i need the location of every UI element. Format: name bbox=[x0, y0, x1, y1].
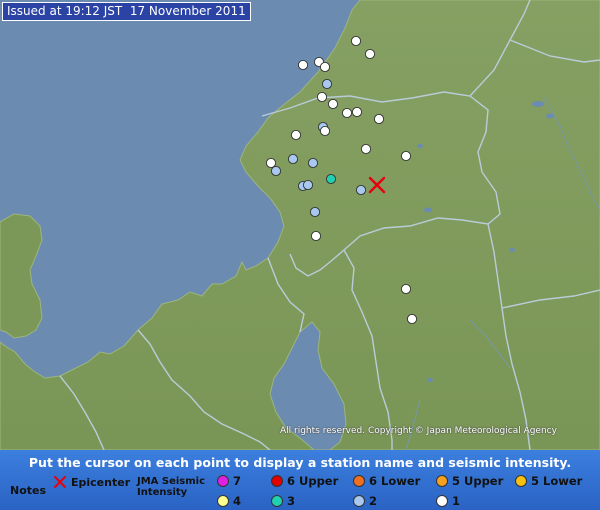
legend-item-4: 4 bbox=[217, 494, 241, 508]
station-marker-intensity-2[interactable] bbox=[302, 179, 314, 191]
copyright-notice: All rights reserved. Copyright © Japan M… bbox=[280, 426, 557, 436]
issued-time-banner: Issued at 19:12 JST 17 November 2011 bbox=[2, 2, 251, 21]
station-marker-intensity-1[interactable] bbox=[350, 35, 362, 47]
intensity-7-label: 7 bbox=[233, 474, 242, 488]
station-marker-intensity-1[interactable] bbox=[400, 283, 412, 295]
station-marker-intensity-1[interactable] bbox=[373, 113, 385, 125]
epicenter-legend-label: Epicenter bbox=[71, 476, 131, 489]
intensity-1-swatch bbox=[436, 495, 448, 507]
intensity-1-label: 1 bbox=[452, 494, 461, 508]
intensity-5-lower-label: 5 Lower bbox=[531, 474, 583, 488]
notes-label: Notes bbox=[10, 484, 47, 497]
station-marker-intensity-2[interactable] bbox=[309, 206, 321, 218]
intensity-6-upper-swatch bbox=[271, 475, 283, 487]
intensity-2-swatch bbox=[353, 495, 365, 507]
intensity-6-lower-swatch bbox=[353, 475, 365, 487]
station-marker-intensity-1[interactable] bbox=[360, 143, 372, 155]
intensity-5-lower-swatch bbox=[515, 475, 527, 487]
station-marker-intensity-1[interactable] bbox=[351, 106, 363, 118]
legend-item-5-lower: 5 Lower bbox=[515, 474, 582, 488]
station-marker-intensity-1[interactable] bbox=[310, 230, 322, 242]
station-marker-intensity-3[interactable] bbox=[325, 173, 337, 185]
station-marker-intensity-1[interactable] bbox=[341, 107, 353, 119]
legend-item-5-upper: 5 Upper bbox=[436, 474, 503, 488]
station-marker-intensity-2[interactable] bbox=[270, 165, 282, 177]
intensity-5-upper-swatch bbox=[436, 475, 448, 487]
instruction-text: Put the cursor on each point to display … bbox=[28, 455, 572, 470]
station-marker-intensity-2[interactable] bbox=[321, 78, 333, 90]
station-marker-intensity-1[interactable] bbox=[319, 61, 331, 73]
map-canvas bbox=[0, 0, 600, 450]
legend-item-3: 3 bbox=[271, 494, 295, 508]
station-marker-intensity-1[interactable] bbox=[265, 157, 277, 169]
intensity-6-lower-label: 6 Lower bbox=[369, 474, 421, 488]
station-marker-intensity-1[interactable] bbox=[400, 150, 412, 162]
intensity-7-swatch bbox=[217, 475, 229, 487]
intensity-4-swatch bbox=[217, 495, 229, 507]
station-marker-intensity-1[interactable] bbox=[319, 125, 331, 137]
intensity-4-label: 4 bbox=[233, 494, 242, 508]
station-marker-intensity-2[interactable] bbox=[287, 153, 299, 165]
station-marker-intensity-1[interactable] bbox=[406, 313, 418, 325]
legend-item-6-upper: 6 Upper bbox=[271, 474, 338, 488]
intensity-3-swatch bbox=[271, 495, 283, 507]
epicenter-legend-icon bbox=[54, 476, 66, 488]
legend-item-2: 2 bbox=[353, 494, 377, 508]
jma-intensity-label: JMA Seismic Intensity bbox=[137, 476, 206, 498]
intensity-5-upper-label: 5 Upper bbox=[452, 474, 504, 488]
intensity-2-label: 2 bbox=[369, 494, 378, 508]
station-marker-intensity-2[interactable] bbox=[307, 157, 319, 169]
station-marker-intensity-2[interactable] bbox=[355, 184, 367, 196]
intensity-3-label: 3 bbox=[287, 494, 296, 508]
seismic-intensity-map: Issued at 19:12 JST 17 November 2011 All… bbox=[0, 0, 600, 510]
intensity-6-upper-label: 6 Upper bbox=[287, 474, 339, 488]
station-marker-intensity-1[interactable] bbox=[297, 59, 309, 71]
station-marker-intensity-1[interactable] bbox=[364, 48, 376, 60]
legend-item-6-lower: 6 Lower bbox=[353, 474, 420, 488]
station-marker-intensity-1[interactable] bbox=[316, 91, 328, 103]
station-marker-intensity-1[interactable] bbox=[327, 98, 339, 110]
legend-item-7: 7 bbox=[217, 474, 241, 488]
legend-item-1: 1 bbox=[436, 494, 460, 508]
station-marker-intensity-1[interactable] bbox=[290, 129, 302, 141]
